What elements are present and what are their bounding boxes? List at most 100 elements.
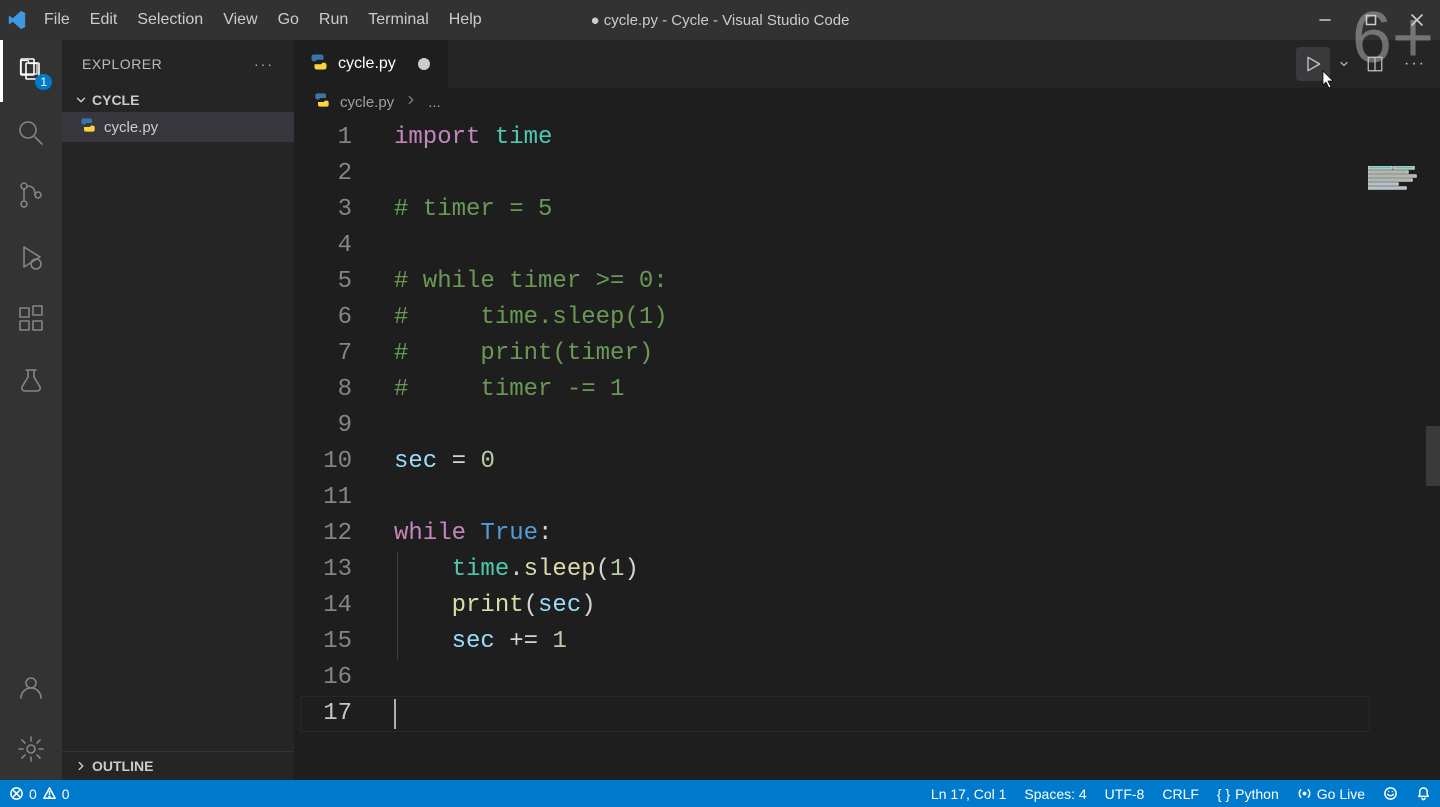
code-editor[interactable]: 1234567891011121314151617import time# ti… <box>294 116 1440 780</box>
menu-item-selection[interactable]: Selection <box>127 0 213 40</box>
status-cursor[interactable]: Ln 17, Col 1 <box>922 780 1016 807</box>
breadcrumb-tail: ... <box>428 94 441 111</box>
run-debug-icon[interactable] <box>0 226 62 288</box>
line-number: 12 <box>294 516 378 552</box>
line-number: 2 <box>294 156 378 192</box>
tab-label: cycle.py <box>338 55 396 73</box>
menu-item-run[interactable]: Run <box>309 0 358 40</box>
outline-section[interactable]: OUTLINE <box>62 751 294 780</box>
workbench: 1 EXPLORER ··· CYCLE cycle.py OUTLINE cy… <box>0 40 1440 780</box>
tab-cycle-py[interactable]: cycle.py <box>294 40 448 88</box>
status-golive-label: Go Live <box>1317 786 1365 802</box>
menu-item-file[interactable]: File <box>34 0 80 40</box>
line-number: 1 <box>294 120 378 156</box>
braces-icon: { } <box>1217 786 1230 802</box>
status-problems[interactable]: 0 0 <box>0 780 79 807</box>
code-line: while True: <box>394 516 1440 552</box>
title-bar: FileEditSelectionViewGoRunTerminalHelp ●… <box>0 0 1440 40</box>
accounts-icon[interactable] <box>0 656 62 718</box>
editor-tabs: cycle.py ··· <box>294 40 1440 88</box>
python-file-icon <box>314 92 330 112</box>
status-golive[interactable]: Go Live <box>1288 780 1374 807</box>
status-eol[interactable]: CRLF <box>1153 780 1208 807</box>
run-dropdown-icon[interactable] <box>1336 47 1352 81</box>
status-encoding-label: UTF-8 <box>1105 786 1145 802</box>
line-number: 6 <box>294 300 378 336</box>
explorer-title: EXPLORER <box>82 56 162 72</box>
vscode-logo-icon <box>0 0 34 40</box>
code-line: sec = 0 <box>394 444 1440 480</box>
code-line: print(sec) <box>394 588 1440 624</box>
text-cursor <box>394 699 396 729</box>
editor-more-icon[interactable]: ··· <box>1398 47 1432 81</box>
settings-gear-icon[interactable] <box>0 718 62 780</box>
status-encoding[interactable]: UTF-8 <box>1096 780 1154 807</box>
folder-root[interactable]: CYCLE <box>62 88 294 112</box>
line-number: 9 <box>294 408 378 444</box>
menu-item-edit[interactable]: Edit <box>80 0 128 40</box>
status-feedback[interactable] <box>1374 780 1407 807</box>
maximize-button[interactable] <box>1348 0 1394 40</box>
sidebar-explorer: EXPLORER ··· CYCLE cycle.py OUTLINE <box>62 40 294 780</box>
code-line <box>394 156 1440 192</box>
search-icon[interactable] <box>0 102 62 164</box>
file-name: cycle.py <box>104 119 158 136</box>
scm-icon[interactable] <box>0 164 62 226</box>
split-editor-button[interactable] <box>1358 47 1392 81</box>
code-line <box>394 480 1440 516</box>
explorer-icon[interactable]: 1 <box>0 40 62 102</box>
activity-bar: 1 <box>0 40 62 780</box>
file-item-cycle-py[interactable]: cycle.py <box>62 112 294 142</box>
code-line: sec += 1 <box>394 624 1440 660</box>
python-file-icon <box>310 53 328 76</box>
code-line: # timer -= 1 <box>394 372 1440 408</box>
vertical-scrollbar[interactable] <box>1426 116 1440 780</box>
outline-label: OUTLINE <box>92 758 153 774</box>
line-number: 5 <box>294 264 378 300</box>
extensions-icon[interactable] <box>0 288 62 350</box>
run-file-button[interactable] <box>1296 47 1330 81</box>
code-line <box>394 660 1440 696</box>
window-controls <box>1302 0 1440 40</box>
menu-bar: FileEditSelectionViewGoRunTerminalHelp <box>34 0 492 40</box>
status-cursor-label: Ln 17, Col 1 <box>931 786 1007 802</box>
dirty-indicator-icon <box>418 58 430 70</box>
editor-actions: ··· <box>1296 40 1440 88</box>
explorer-more-icon[interactable]: ··· <box>254 56 274 72</box>
minimize-button[interactable] <box>1302 0 1348 40</box>
menu-item-view[interactable]: View <box>213 0 267 40</box>
status-notifications[interactable] <box>1407 780 1440 807</box>
code-content[interactable]: import time# timer = 5# while timer >= 0… <box>394 120 1440 732</box>
line-number: 14 <box>294 588 378 624</box>
breadcrumb[interactable]: cycle.py ... <box>294 88 1440 116</box>
line-number: 10 <box>294 444 378 480</box>
status-left: 0 0 <box>0 780 79 807</box>
menu-item-help[interactable]: Help <box>439 0 492 40</box>
code-line <box>394 408 1440 444</box>
code-line: import time <box>394 120 1440 156</box>
menu-item-terminal[interactable]: Terminal <box>358 0 438 40</box>
line-number: 4 <box>294 228 378 264</box>
code-line: time.sleep(1) <box>394 552 1440 588</box>
chevron-right-icon <box>74 759 88 773</box>
line-number: 3 <box>294 192 378 228</box>
line-number: 17 <box>294 696 378 732</box>
testing-icon[interactable] <box>0 350 62 412</box>
close-button[interactable] <box>1394 0 1440 40</box>
status-right: Ln 17, Col 1 Spaces: 4 UTF-8 CRLF { } Py… <box>922 780 1440 807</box>
menu-item-go[interactable]: Go <box>268 0 309 40</box>
activity-badge: 1 <box>35 74 52 90</box>
line-number: 13 <box>294 552 378 588</box>
code-line: # timer = 5 <box>394 192 1440 228</box>
code-line <box>394 228 1440 264</box>
explorer-header: EXPLORER ··· <box>62 40 294 88</box>
status-indent[interactable]: Spaces: 4 <box>1015 780 1095 807</box>
code-line: # time.sleep(1) <box>394 300 1440 336</box>
status-warning-count: 0 <box>62 786 70 802</box>
breadcrumb-file: cycle.py <box>340 94 394 111</box>
line-number: 8 <box>294 372 378 408</box>
status-language[interactable]: { } Python <box>1208 780 1288 807</box>
editor-group: cycle.py ··· cycle.py ... 12 <box>294 40 1440 780</box>
chevron-right-icon <box>404 93 418 111</box>
scrollbar-thumb[interactable] <box>1426 426 1440 486</box>
